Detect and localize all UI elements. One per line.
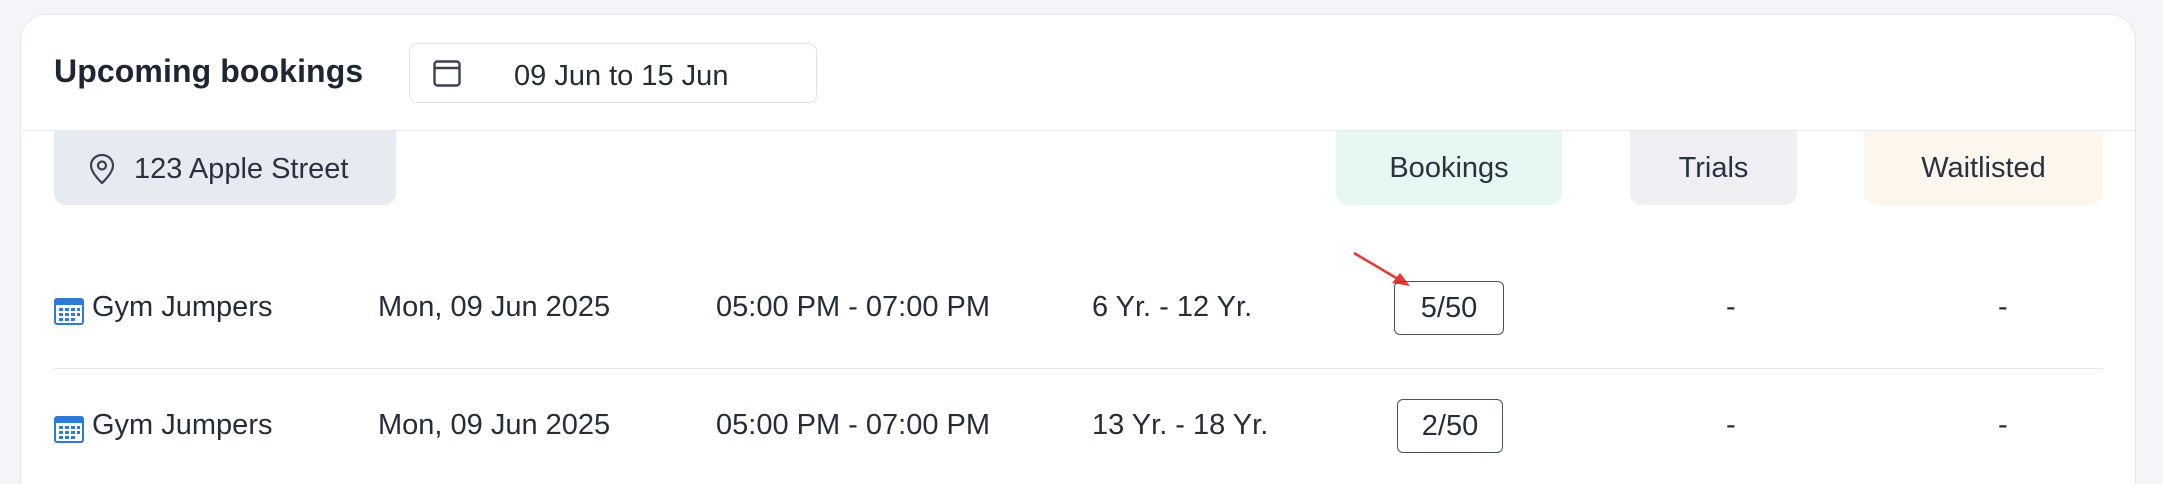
date-range-picker[interactable]: 09 Jun to 15 Jun [409, 43, 817, 103]
waitlisted-count: - [1998, 291, 2008, 323]
age-range: 13 Yr. - 18 Yr. [1092, 409, 1269, 441]
trials-count: - [1726, 291, 1736, 323]
bookings-count[interactable]: 2/50 [1397, 399, 1503, 453]
card-header: Upcoming bookings 09 Jun to 15 Jun [21, 15, 2135, 131]
waitlisted-column-header: Waitlisted [1864, 131, 2103, 205]
age-range: 6 Yr. - 12 Yr. [1092, 291, 1253, 323]
waitlisted-count: - [1998, 409, 2008, 441]
trials-count: - [1726, 409, 1736, 441]
upcoming-bookings-card: Upcoming bookings 09 Jun to 15 Jun 123 A… [20, 14, 2136, 484]
class-date: Mon, 09 Jun 2025 [378, 291, 611, 323]
schedule-calendar-icon [54, 297, 84, 333]
map-pin-icon [88, 153, 116, 190]
table-row[interactable]: Gym Jumpers Mon, 09 Jun 2025 05:00 PM - … [54, 369, 2103, 484]
page-title: Upcoming bookings [54, 53, 364, 89]
location-chip[interactable]: 123 Apple Street [54, 131, 396, 205]
date-range-label: 09 Jun to 15 Jun [514, 60, 729, 92]
bookings-column-header: Bookings [1336, 131, 1562, 205]
class-time: 05:00 PM - 07:00 PM [716, 409, 991, 441]
trials-column-header: Trials [1630, 131, 1797, 205]
class-date: Mon, 09 Jun 2025 [378, 409, 611, 441]
class-name: Gym Jumpers [92, 409, 273, 441]
class-name: Gym Jumpers [92, 291, 273, 323]
location-label: 123 Apple Street [134, 153, 349, 185]
calendar-icon [432, 58, 462, 93]
table-row[interactable]: Gym Jumpers Mon, 09 Jun 2025 05:00 PM - … [54, 251, 2103, 369]
class-time: 05:00 PM - 07:00 PM [716, 291, 991, 323]
bookings-count[interactable]: 5/50 [1394, 281, 1504, 335]
schedule-calendar-icon [54, 415, 84, 451]
